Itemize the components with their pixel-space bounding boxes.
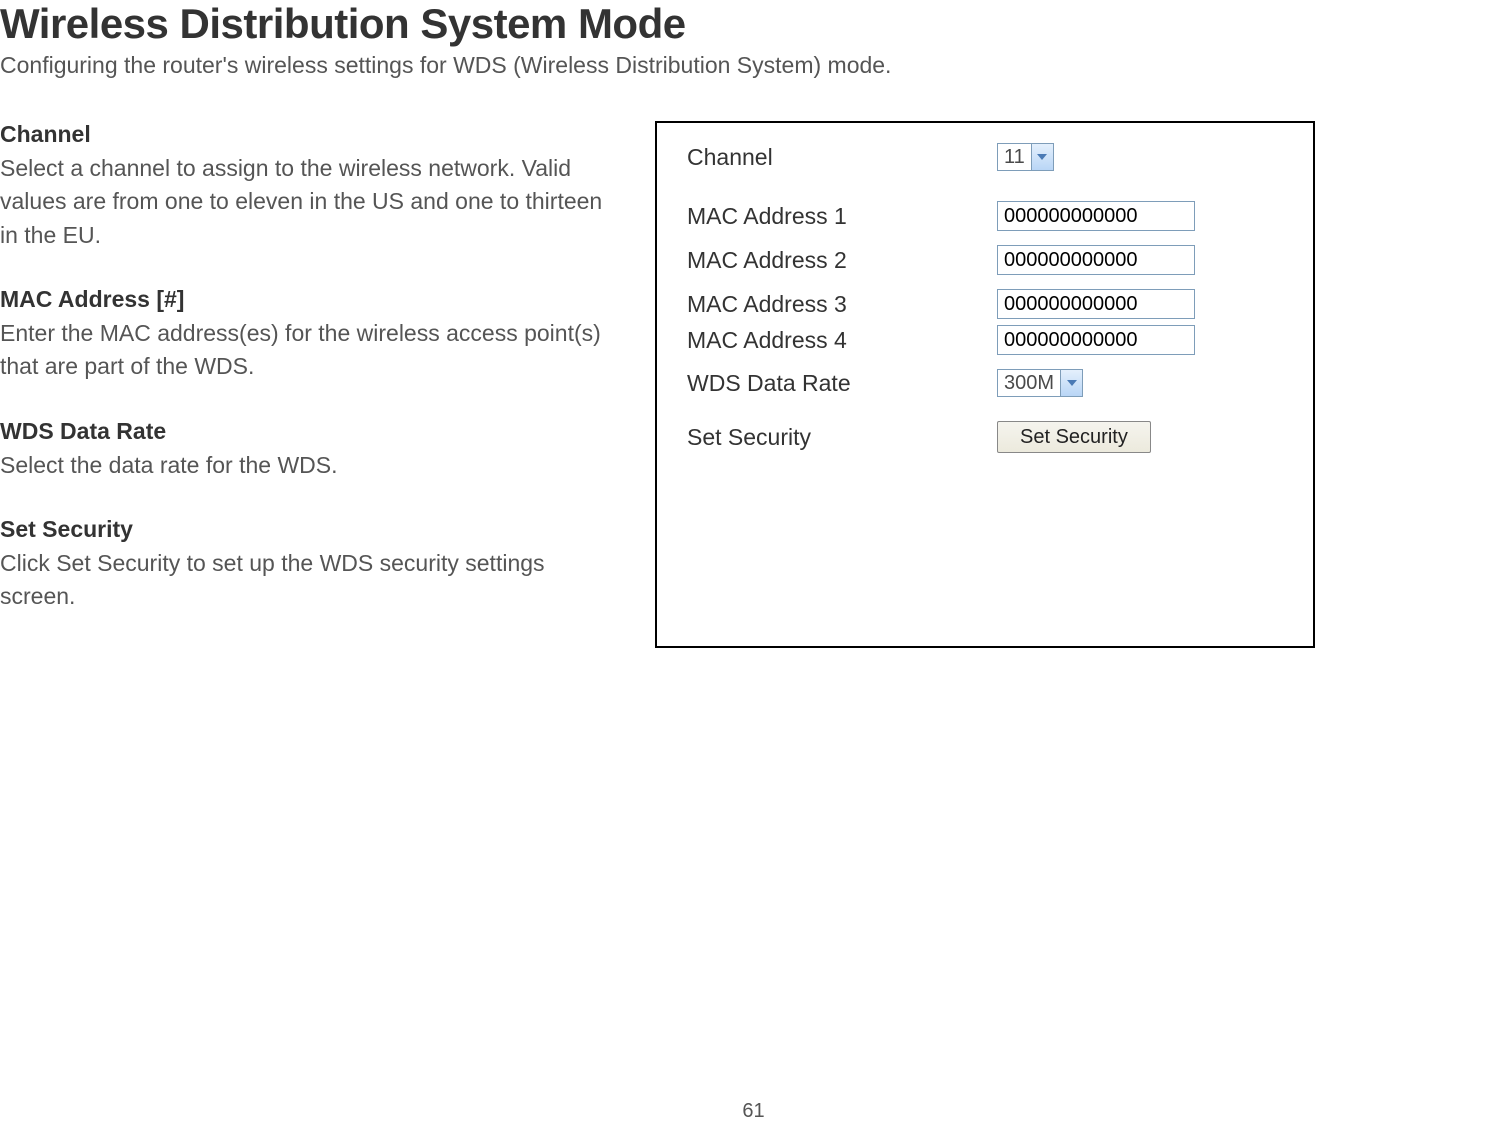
channel-label: Channel <box>687 144 997 171</box>
page-title: Wireless Distribution System Mode <box>0 0 1507 48</box>
channel-select[interactable]: 11 <box>997 143 1054 171</box>
rate-heading: WDS Data Rate <box>0 418 615 445</box>
chevron-down-icon <box>1060 370 1082 396</box>
mac2-label: MAC Address 2 <box>687 247 997 274</box>
chevron-down-icon <box>1031 144 1053 170</box>
channel-value: 11 <box>998 144 1031 171</box>
channel-heading: Channel <box>0 121 615 148</box>
set-security-button[interactable]: Set Security <box>997 421 1151 453</box>
page-number: 61 <box>0 1100 1507 1123</box>
settings-panel: Channel 11 MAC Address 1 MAC Address 2 M… <box>655 121 1315 648</box>
mac1-label: MAC Address 1 <box>687 203 997 230</box>
page-subtitle: Configuring the router's wireless settin… <box>0 52 1507 79</box>
rate-select[interactable]: 300M <box>997 369 1083 397</box>
security-heading: Set Security <box>0 516 615 543</box>
mac3-input[interactable] <box>997 289 1195 319</box>
mac-heading: MAC Address [#] <box>0 286 615 313</box>
rate-label: WDS Data Rate <box>687 370 997 397</box>
rate-description: Select the data rate for the WDS. <box>0 449 615 482</box>
mac4-label: MAC Address 4 <box>687 327 997 354</box>
description-column: Channel Select a channel to assign to th… <box>0 121 615 648</box>
mac3-label: MAC Address 3 <box>687 291 997 318</box>
mac2-input[interactable] <box>997 245 1195 275</box>
rate-value: 300M <box>998 370 1060 397</box>
channel-description: Select a channel to assign to the wirele… <box>0 152 615 252</box>
security-description: Click Set Security to set up the WDS sec… <box>0 547 615 614</box>
mac-description: Enter the MAC address(es) for the wirele… <box>0 317 615 384</box>
security-label: Set Security <box>687 424 997 451</box>
mac1-input[interactable] <box>997 201 1195 231</box>
mac4-input[interactable] <box>997 325 1195 355</box>
